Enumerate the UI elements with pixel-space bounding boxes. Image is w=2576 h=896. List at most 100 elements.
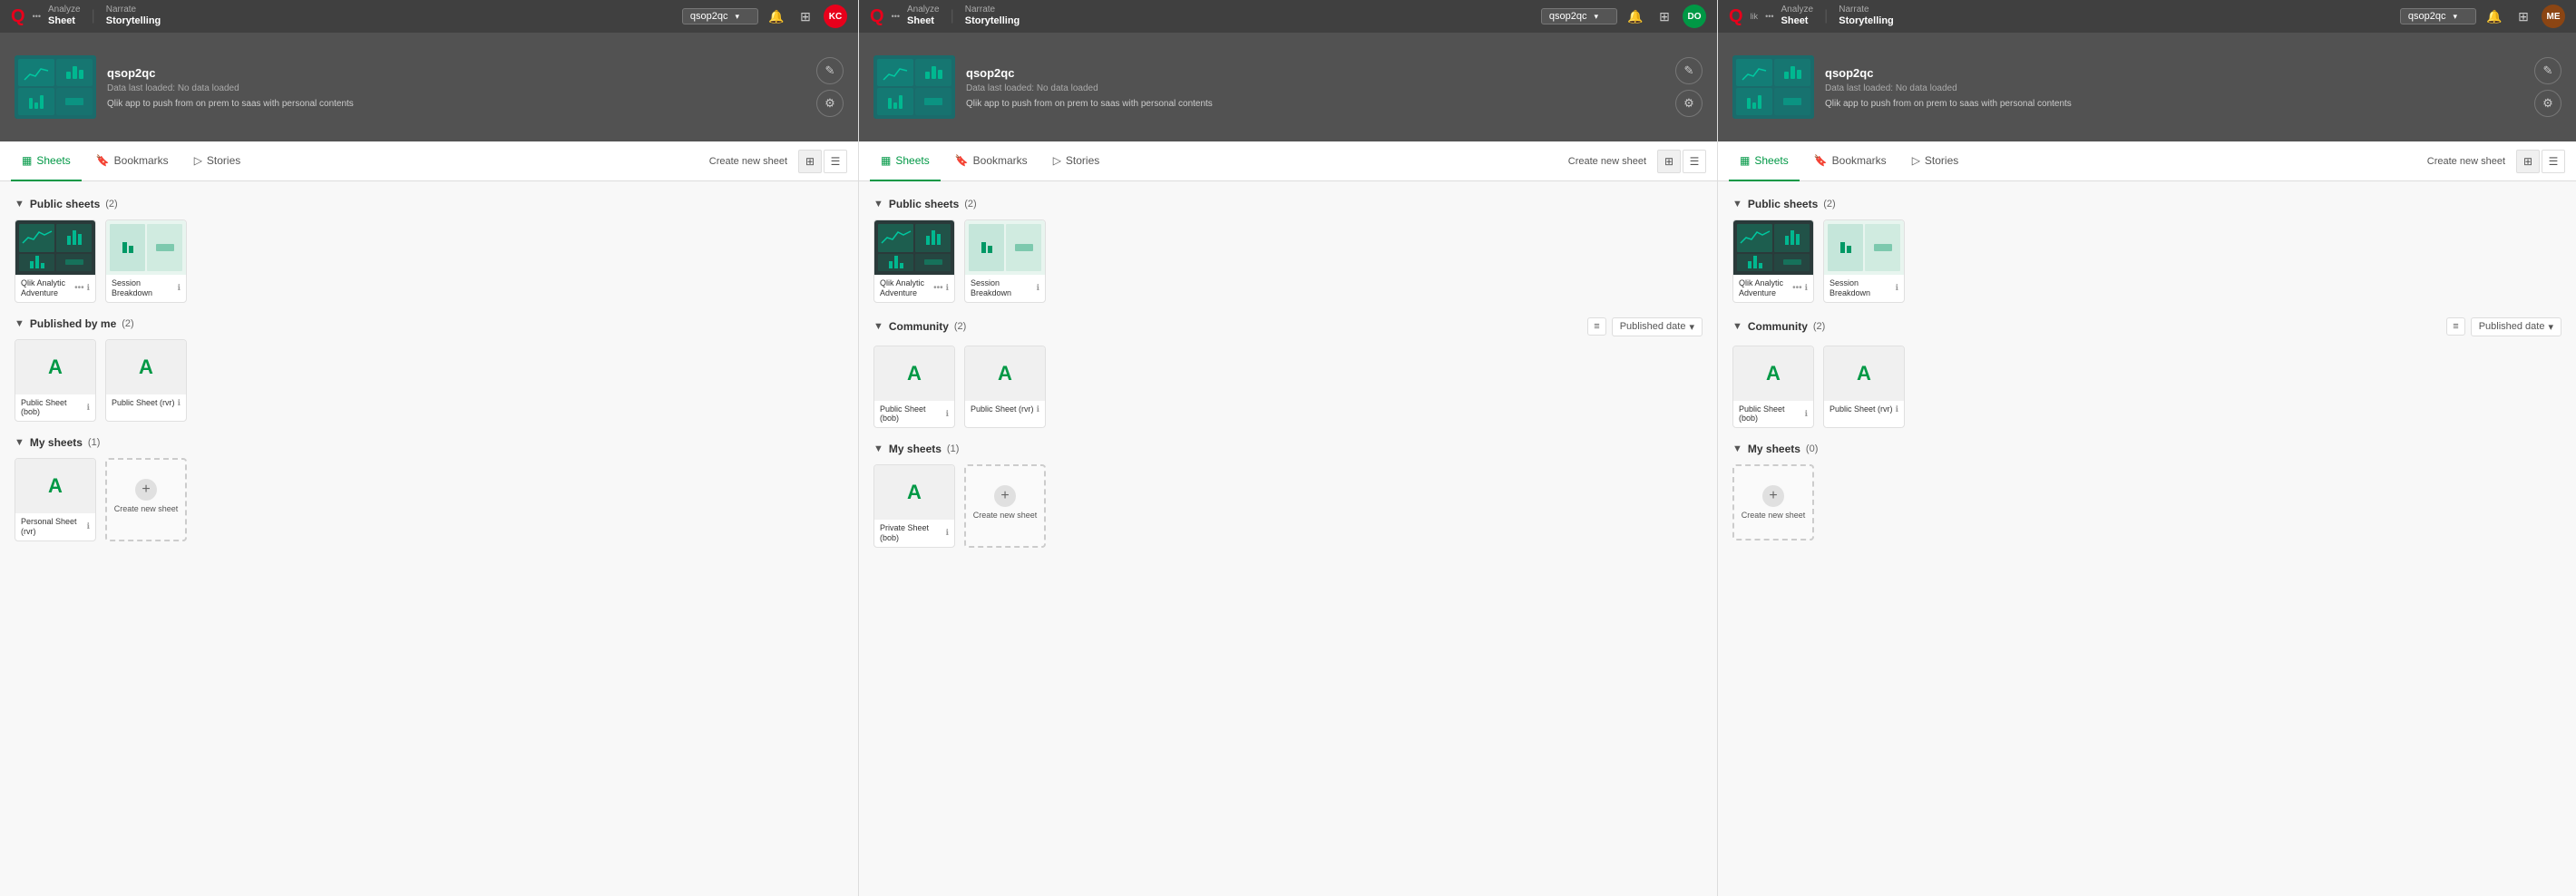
sheet-info-session-3[interactable]: ℹ [1896,283,1898,293]
section-toggle-community-2[interactable]: ▼ [873,321,883,332]
sort-dropdown-3[interactable]: Published date ▾ [2471,317,2561,336]
tab-sheets-3[interactable]: ▦ Sheets [1729,141,1800,181]
more-icon-1[interactable]: ••• [33,12,41,21]
section-toggle-my-1[interactable]: ▼ [15,437,24,448]
sheet-info-qlik-2[interactable]: ℹ [946,283,949,293]
section-toggle-community-3[interactable]: ▼ [1732,321,1742,332]
sheet-card-private-2[interactable]: A Private Sheet (bob) ℹ [873,464,955,548]
sheet-info-personal-1[interactable]: ℹ [87,521,90,531]
tab-bookmarks-3[interactable]: 🔖 Bookmarks [1803,141,1898,181]
sheet-info-private-2[interactable]: ℹ [946,528,949,538]
tab-stories-3[interactable]: ▷ Stories [1901,141,1970,181]
app-dropdown-2[interactable]: qsop2qc [1541,8,1617,24]
settings-action-3[interactable]: ⚙ [2534,90,2561,117]
sheet-card-qlik-3[interactable]: Qlik Analytic Adventure ••• ℹ [1732,219,1814,303]
sheets-grid-pubme-1: A Public Sheet (bob) ℹ A Public Sheet (r… [15,339,844,423]
nav-title-1: Storytelling [106,15,161,27]
sheet-info-session-2[interactable]: ℹ [1037,283,1039,293]
sheet-footer-private-2: Private Sheet (bob) ℹ [874,520,954,547]
sheet-card-community-bob-3[interactable]: A Public Sheet (bob) ℹ [1732,346,1814,429]
section-toggle-pubme-1[interactable]: ▼ [15,318,24,329]
section-toggle-public-1[interactable]: ▼ [15,199,24,209]
list-view-btn-2[interactable]: ☰ [1683,150,1706,173]
list-view-btn-1[interactable]: ☰ [824,150,847,173]
sheet-info-community-rvr-2[interactable]: ℹ [1037,404,1039,414]
app-dropdown-3[interactable]: qsop2qc [2400,8,2476,24]
sheet-card-personal-1[interactable]: A Personal Sheet (rvr) ℹ [15,458,96,541]
sheet-thumb-session-2 [965,220,1045,275]
more-icon-3[interactable]: ••• [1765,12,1773,21]
sheet-info-community-bob-2[interactable]: ℹ [946,409,949,419]
tab-sheets-2[interactable]: ▦ Sheets [870,141,941,181]
sheet-card-qlik-1[interactable]: Qlik Analytic Adventure ••• ℹ [15,219,96,303]
list-sort-icon-2[interactable]: ≡ [1587,317,1605,336]
sheet-card-create-2[interactable]: + Create new sheet [964,464,1046,548]
tab-bookmarks-2[interactable]: 🔖 Bookmarks [944,141,1039,181]
list-sort-icon-3[interactable]: ≡ [2446,317,2464,336]
sheet-tab-icon-1: ▦ [22,154,32,167]
create-label-3: Create new sheet [1742,511,1806,520]
sheet-info-session-1[interactable]: ℹ [178,283,181,293]
edit-action-1[interactable]: ✎ [816,57,844,84]
bell-icon-1[interactable]: 🔔 [766,5,787,27]
bell-icon-3[interactable]: 🔔 [2483,5,2505,27]
edit-action-3[interactable]: ✎ [2534,57,2561,84]
grid-view-btn-3[interactable]: ⊞ [2516,150,2540,173]
sheet-info-qlik-3[interactable]: ℹ [1805,283,1808,293]
bell-icon-2[interactable]: 🔔 [1625,5,1646,27]
sort-chevron-2: ▾ [1689,321,1694,333]
sheet-card-create-1[interactable]: + Create new sheet [105,458,187,541]
grid-view-btn-1[interactable]: ⊞ [798,150,822,173]
sheet-card-session-3[interactable]: Session Breakdown ℹ [1823,219,1905,303]
sheet-info-1[interactable]: ℹ [87,283,90,293]
sheet-card-community-rvr-3[interactable]: A Public Sheet (rvr) ℹ [1823,346,1905,429]
sheet-info-rvr-1[interactable]: ℹ [178,398,181,408]
section-count-my-3: (0) [1806,443,1818,454]
sheet-card-create-3[interactable]: + Create new sheet [1732,464,1814,541]
sheet-card-public-rvr-1[interactable]: A Public Sheet (rvr) ℹ [105,339,187,423]
tab-sheets-1[interactable]: ▦ Sheets [11,141,82,181]
section-toggle-my-3[interactable]: ▼ [1732,443,1742,454]
grid-icon-3[interactable]: ⊞ [2513,5,2534,27]
sheet-card-community-rvr-2[interactable]: A Public Sheet (rvr) ℹ [964,346,1046,429]
edit-action-2[interactable]: ✎ [1675,57,1703,84]
tab-bookmarks-1[interactable]: 🔖 Bookmarks [85,141,180,181]
app-dropdown-1[interactable]: qsop2qc [682,8,758,24]
sheet-card-community-bob-2[interactable]: A Public Sheet (bob) ℹ [873,346,955,429]
sheet-more-3[interactable]: ••• [1792,283,1802,293]
sheet-card-session-2[interactable]: Session Breakdown ℹ [964,219,1046,303]
sheet-card-session-1[interactable]: Session Breakdown ℹ [105,219,187,303]
app-columns: Q ••• Analyze Sheet | Narrate Storytelli… [0,0,2576,896]
sheet-info-bob-1[interactable]: ℹ [87,403,90,413]
settings-action-2[interactable]: ⚙ [1675,90,1703,117]
create-sheet-btn-2[interactable]: Create new sheet [1568,156,1646,167]
grid-icon-1[interactable]: ⊞ [795,5,816,27]
section-toggle-public-2[interactable]: ▼ [873,199,883,209]
list-view-btn-3[interactable]: ☰ [2542,150,2565,173]
sheet-info-community-bob-3[interactable]: ℹ [1805,409,1808,419]
sheet-more-1[interactable]: ••• [74,283,84,293]
sheet-thumb-qlik-1 [15,220,95,275]
section-community-header-3: ▼ Community (2) ≡ Published date ▾ [1732,317,2561,336]
sheet-card-public-bob-1[interactable]: A Public Sheet (bob) ℹ [15,339,96,423]
tab-stories-1[interactable]: ▷ Stories [183,141,252,181]
sheet-footer-session-1: Session Breakdown ℹ [106,275,186,302]
create-sheet-btn-1[interactable]: Create new sheet [709,156,787,167]
section-toggle-public-3[interactable]: ▼ [1732,199,1742,209]
sheet-more-2[interactable]: ••• [933,283,943,293]
grid-icon-2[interactable]: ⊞ [1654,5,1675,27]
grid-view-btn-2[interactable]: ⊞ [1657,150,1681,173]
mode-title-1: Sheet [48,15,81,27]
sheet-footer-session-3: Session Breakdown ℹ [1824,275,1904,302]
sort-dropdown-2[interactable]: Published date ▾ [1612,317,1703,336]
section-public-header-2: ▼ Public sheets (2) [873,198,1703,210]
create-sheet-btn-3[interactable]: Create new sheet [2427,156,2505,167]
tab-stories-2[interactable]: ▷ Stories [1042,141,1111,181]
settings-action-1[interactable]: ⚙ [816,90,844,117]
app-column-3: Q lik ••• Analyze Sheet | Narrate Storyt… [1718,0,2576,896]
sheet-card-qlik-2[interactable]: Qlik Analytic Adventure ••• ℹ [873,219,955,303]
more-icon-2[interactable]: ••• [892,12,900,21]
sheet-info-community-rvr-3[interactable]: ℹ [1896,404,1898,414]
stories-icon-1: ▷ [194,154,202,167]
section-toggle-my-2[interactable]: ▼ [873,443,883,454]
